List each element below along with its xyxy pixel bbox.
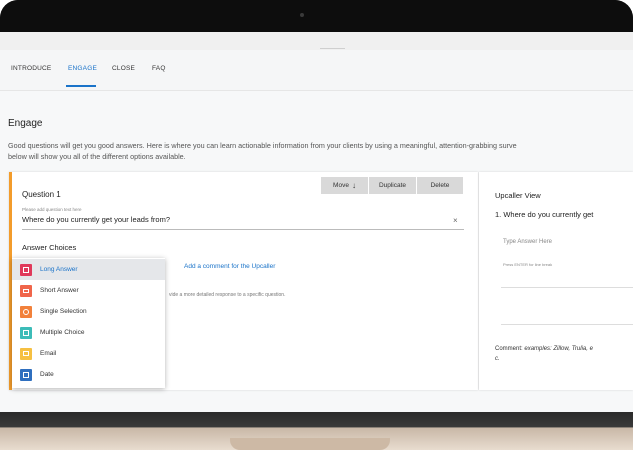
tab-introduce[interactable]: INTRODUCE xyxy=(11,65,51,72)
add-comment-link[interactable]: Add a comment for the Upcaller xyxy=(184,263,275,270)
short-answer-icon xyxy=(20,284,32,297)
comment-text-tail: c. xyxy=(495,356,500,362)
answer-help-text: vide a more detailed response to a speci… xyxy=(169,292,286,298)
question-title: Question 1 xyxy=(22,190,61,199)
laptop-frame: INTRODUCE ENGAGE CLOSE FAQ Engage Good q… xyxy=(0,0,633,450)
email-icon xyxy=(20,347,32,360)
single-selection-icon xyxy=(20,305,32,318)
answer-type-label: Single Selection xyxy=(40,308,87,315)
duplicate-button[interactable]: Duplicate xyxy=(369,177,417,194)
upcaller-comment: Comment: examples: Zillow, Trulia, e xyxy=(495,346,593,352)
page-intro: Good questions will get you good answers… xyxy=(8,140,633,162)
laptop-hinge-notch xyxy=(230,438,390,450)
tab-faq[interactable]: FAQ xyxy=(152,65,166,72)
upcaller-answer-input[interactable]: Type Answer Here xyxy=(503,239,552,245)
answer-type-label: Email xyxy=(40,350,57,357)
arrow-down-icon: ↓ xyxy=(351,181,356,190)
upcaller-title: Upcaller View xyxy=(495,191,541,200)
laptop-bezel xyxy=(0,0,633,32)
answer-type-email[interactable]: Email xyxy=(12,343,165,364)
answer-type-dropdown: Long Answer Short Answer Single Selectio… xyxy=(12,258,165,388)
upcaller-input-hint: Press ENTER for line break xyxy=(503,262,553,267)
answer-type-date[interactable]: Date xyxy=(12,364,165,385)
answer-choices-heading: Answer Choices xyxy=(22,243,77,252)
page-title: Engage xyxy=(8,118,43,129)
delete-button[interactable]: Delete xyxy=(417,177,463,194)
answer-type-multiple[interactable]: Multiple Choice xyxy=(12,322,165,343)
active-tab-indicator xyxy=(66,85,96,87)
upcaller-divider xyxy=(501,287,633,288)
answer-type-label: Date xyxy=(40,371,54,378)
comment-label: Comment: xyxy=(495,346,523,352)
answer-type-long[interactable]: Long Answer xyxy=(12,259,165,280)
intro-line-1: Good questions will get you good answers… xyxy=(8,141,517,150)
question-actions: Move ↓ Duplicate Delete xyxy=(321,177,463,194)
upcaller-question: 1. Where do you currently get xyxy=(495,210,594,219)
tab-close[interactable]: CLOSE xyxy=(112,65,135,72)
upcaller-divider xyxy=(501,324,633,325)
topbar-divider xyxy=(320,48,345,49)
answer-type-short[interactable]: Short Answer xyxy=(12,280,165,301)
intro-line-2: below will show you all of the different… xyxy=(8,152,186,161)
answer-type-label: Multiple Choice xyxy=(40,329,85,336)
upcaller-view-panel: Upcaller View 1. Where do you currently … xyxy=(479,172,633,390)
long-answer-icon xyxy=(20,263,32,276)
question-hint: Please add question text here xyxy=(22,207,82,212)
camera-icon xyxy=(300,13,304,17)
multiple-choice-icon xyxy=(20,326,32,339)
app-topbar xyxy=(0,32,633,50)
answer-type-single[interactable]: Single Selection xyxy=(12,301,165,322)
clear-icon[interactable]: × xyxy=(453,216,458,225)
answer-type-label: Short Answer xyxy=(40,287,79,294)
tab-engage[interactable]: ENGAGE xyxy=(68,65,97,72)
section-tabs: INTRODUCE ENGAGE CLOSE FAQ xyxy=(0,50,633,91)
answer-type-label: Long Answer xyxy=(40,266,78,273)
comment-text: examples: Zillow, Trulia, e xyxy=(524,346,593,352)
move-label: Move xyxy=(333,182,349,189)
question-text-input[interactable]: Where do you currently get your leads fr… xyxy=(22,213,464,230)
date-icon xyxy=(20,368,32,381)
move-button[interactable]: Move ↓ xyxy=(321,177,369,194)
